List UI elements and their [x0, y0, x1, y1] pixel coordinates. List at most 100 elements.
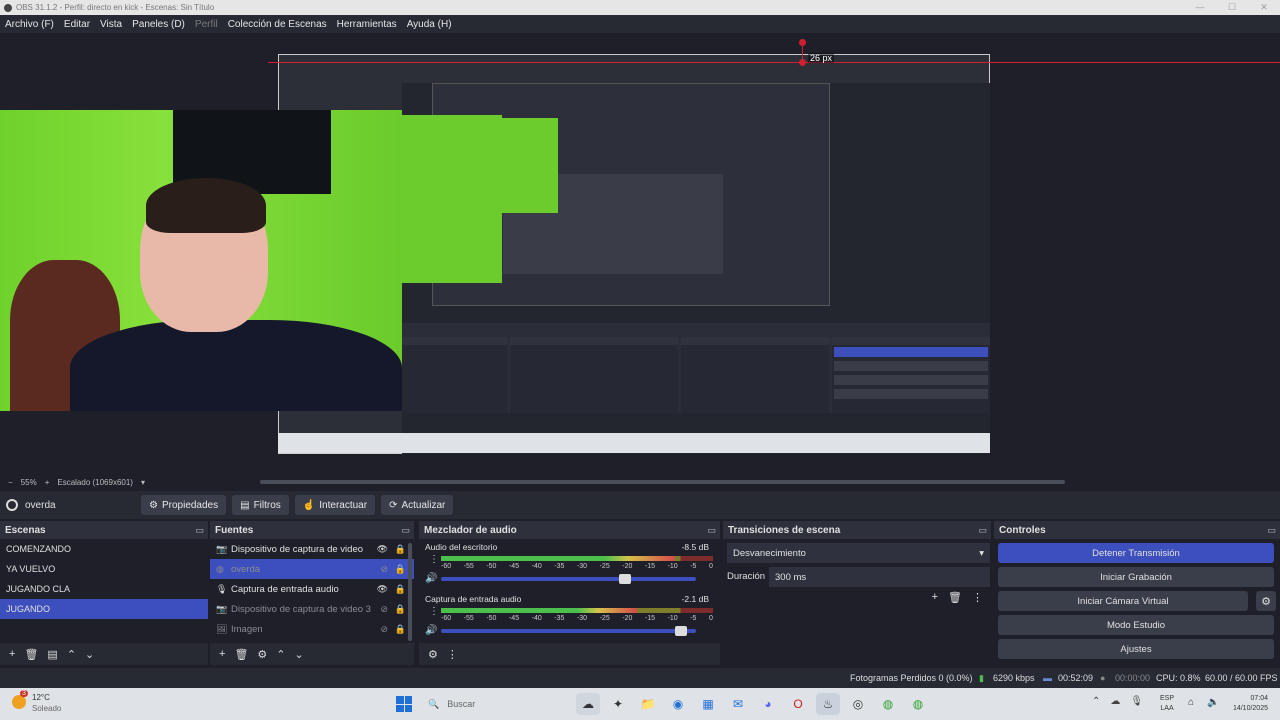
eye-hidden-icon[interactable]: ⊘	[380, 564, 388, 575]
menu-ayuda[interactable]: Ayuda (H)	[402, 19, 457, 30]
studio-mode-button[interactable]: Modo Estudio	[998, 615, 1274, 635]
preview-horizontal-scrollbar[interactable]	[260, 480, 1065, 484]
onedrive-icon[interactable]: ☁	[1110, 696, 1120, 707]
sources-scrollbar[interactable]	[408, 543, 412, 641]
undock-icon[interactable]: ▭	[401, 525, 410, 536]
source-item[interactable]: 📷 Dispositivo de captura de video 👁 🔒	[210, 539, 414, 559]
eye-hidden-icon[interactable]: ⊘	[380, 624, 388, 635]
chrome-profile-icon[interactable]: ◍	[906, 693, 930, 715]
undock-icon[interactable]: ▭	[1267, 525, 1276, 536]
trash-icon[interactable]: 🗑	[948, 591, 962, 604]
mixer-settings-icon[interactable]: ⚙	[428, 648, 438, 661]
lock-icon[interactable]: 🔒	[395, 544, 406, 555]
chevron-up-icon[interactable]: ⌃	[276, 648, 285, 661]
source-item[interactable]: 🎙 Captura de entrada audio 👁 🔒	[210, 579, 414, 599]
trash-icon[interactable]: 🗑	[24, 648, 38, 661]
scale-mode[interactable]: Escalado (1069x601)	[57, 478, 133, 487]
trash-icon[interactable]: 🗑	[234, 648, 248, 661]
chevron-down-icon[interactable]: ▾	[141, 478, 145, 487]
gear-icon[interactable]: ⚙	[257, 648, 267, 661]
more-icon[interactable]: ⋮	[972, 591, 983, 604]
copilot-icon[interactable]: ✦	[606, 693, 630, 715]
menu-herramientas[interactable]: Herramientas	[332, 19, 402, 30]
filter-icon[interactable]: ▤	[47, 648, 57, 661]
more-icon[interactable]: ⋮	[429, 554, 439, 565]
zoom-out-button[interactable]: −	[8, 478, 13, 487]
menu-vista[interactable]: Vista	[95, 19, 127, 30]
slider-knob[interactable]	[618, 574, 631, 584]
lock-icon[interactable]: 🔒	[395, 584, 406, 595]
minimize-button[interactable]: —	[1184, 0, 1216, 15]
chevron-up-icon[interactable]: ⌃	[1092, 696, 1100, 707]
refresh-button[interactable]: ⟳ Actualizar	[381, 495, 454, 515]
taskbar-search[interactable]: 🔍 Buscar	[420, 693, 568, 715]
undock-icon[interactable]: ▭	[195, 525, 204, 536]
menu-coleccion-escenas[interactable]: Colección de Escenas	[223, 19, 332, 30]
settings-button[interactable]: Ajustes	[998, 639, 1274, 659]
start-recording-button[interactable]: Iniciar Grabación	[998, 567, 1274, 587]
language-indicator[interactable]: ESP LAA	[1160, 694, 1174, 714]
undock-icon[interactable]: ▭	[978, 525, 987, 536]
zoom-in-button[interactable]: +	[45, 478, 50, 487]
duration-input[interactable]: 300 ms	[769, 567, 990, 587]
source-item[interactable]: ◍ overda ⊘ 🔒	[210, 559, 414, 579]
preview-canvas[interactable]: 26 px	[0, 33, 1280, 473]
windows-start-icon[interactable]	[396, 696, 412, 712]
outlook-icon[interactable]: ✉	[726, 693, 750, 715]
menu-editar[interactable]: Editar	[59, 19, 95, 30]
network-icon[interactable]: ⌂	[1188, 697, 1194, 708]
zoom-level[interactable]: 55%	[21, 478, 37, 487]
lock-icon[interactable]: 🔒	[395, 624, 406, 635]
virtual-camera-settings-icon[interactable]: ⚙	[1256, 591, 1276, 611]
scene-item[interactable]: YA VUELVO	[0, 559, 208, 579]
eye-hidden-icon[interactable]: ⊘	[380, 604, 388, 615]
filters-button[interactable]: ▤ Filtros	[232, 495, 289, 515]
eye-icon[interactable]: 👁	[377, 584, 388, 595]
chevron-down-icon[interactable]: ⌄	[295, 648, 304, 661]
steam-icon[interactable]: ♨	[816, 693, 840, 715]
scene-item[interactable]: JUGANDO	[0, 599, 208, 619]
lock-icon[interactable]: 🔒	[395, 564, 406, 575]
source-item[interactable]: 🖼 Imagen ⊘ 🔒	[210, 619, 414, 639]
add-icon[interactable]: +	[932, 591, 938, 604]
add-icon[interactable]: +	[219, 648, 225, 660]
more-icon[interactable]: ⋮	[447, 648, 458, 661]
scene-item[interactable]: JUGANDO CLA	[0, 579, 208, 599]
store-icon[interactable]: ▦	[696, 693, 720, 715]
taskbar-clock[interactable]: 07:04 14/10/2025	[1230, 694, 1268, 714]
volume-icon[interactable]: 🔈	[1207, 697, 1219, 708]
stop-streaming-button[interactable]: Detener Transmisión	[998, 543, 1274, 563]
undock-icon[interactable]: ▭	[707, 525, 716, 536]
widgets-icon[interactable]: ☁	[576, 693, 600, 715]
maximize-button[interactable]: ☐	[1216, 0, 1248, 15]
menu-archivo[interactable]: Archivo (F)	[0, 19, 59, 30]
transition-select[interactable]: Desvanecimiento ▾	[727, 543, 990, 563]
lock-icon[interactable]: 🔒	[395, 604, 406, 615]
scene-item[interactable]: COMENZANDO	[0, 539, 208, 559]
more-icon[interactable]: ⋮	[429, 606, 439, 617]
slider-knob[interactable]	[674, 626, 687, 636]
speaker-icon[interactable]: 🔊	[425, 573, 437, 584]
opera-icon[interactable]: O	[786, 693, 810, 715]
close-button[interactable]: ✕	[1248, 0, 1280, 15]
speaker-icon[interactable]: 🔊	[425, 625, 437, 636]
add-icon[interactable]: +	[9, 648, 15, 660]
source-item[interactable]: 📷 Dispositivo de captura de video 3 ⊘ 🔒	[210, 599, 414, 619]
volume-slider[interactable]	[441, 626, 696, 636]
volume-slider[interactable]	[441, 574, 696, 584]
properties-button[interactable]: ⚙ Propiedades	[141, 495, 227, 515]
guide-handle-icon[interactable]	[799, 59, 806, 66]
guide-handle-icon[interactable]	[799, 39, 806, 46]
menu-paneles[interactable]: Paneles (D)	[127, 19, 190, 30]
menu-perfil[interactable]: Perfil	[190, 19, 223, 30]
edge-icon[interactable]: ◉	[666, 693, 690, 715]
discord-icon[interactable]: ◕	[756, 693, 780, 715]
obs-taskbar-icon[interactable]: ◎	[846, 693, 870, 715]
interact-button[interactable]: ☝ Interactuar	[294, 495, 376, 515]
chevron-up-icon[interactable]: ⌃	[67, 648, 76, 661]
file-explorer-icon[interactable]: 📁	[636, 693, 660, 715]
chrome-icon[interactable]: ◍	[876, 693, 900, 715]
eye-icon[interactable]: 👁	[377, 544, 388, 555]
chevron-down-icon[interactable]: ⌄	[85, 648, 94, 661]
start-virtual-camera-button[interactable]: Iniciar Cámara Virtual	[998, 591, 1248, 611]
